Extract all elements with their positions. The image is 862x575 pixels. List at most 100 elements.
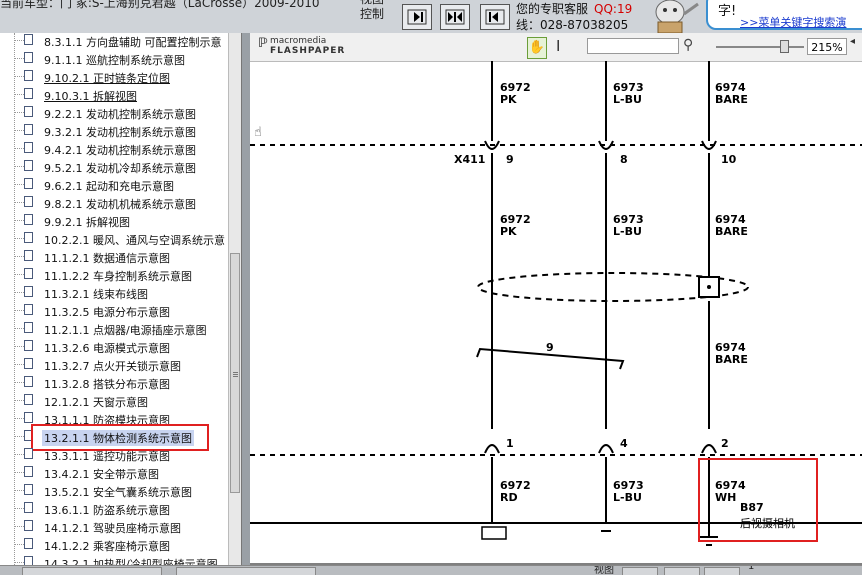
split-view-button[interactable] bbox=[440, 4, 470, 30]
tree-branch bbox=[15, 454, 24, 455]
document-icon bbox=[24, 376, 33, 387]
sidebar-item-label: 9.2.2.1 发动机控制系统示意图 bbox=[44, 108, 196, 121]
pin-b87-4-icon bbox=[598, 444, 614, 454]
split-arrows-icon bbox=[445, 9, 465, 25]
sidebar-item-label: 9.4.2.1 发动机控制系统示意图 bbox=[44, 144, 196, 157]
video-signal-symbol-icon bbox=[481, 526, 507, 540]
wire-label-bottom-1-color: RD bbox=[500, 491, 518, 504]
tree-branch bbox=[15, 130, 24, 131]
tree-branch bbox=[15, 274, 24, 275]
scrollbar-thumb[interactable] bbox=[230, 253, 240, 493]
document-icon bbox=[24, 304, 33, 315]
shield-drain-dot bbox=[707, 285, 711, 289]
tree-branch bbox=[15, 400, 24, 401]
text-select-icon[interactable]: I bbox=[556, 37, 560, 55]
brand-top: macromedia bbox=[270, 36, 327, 46]
sidebar-item-label: 11.3.2.8 搭铁分布示意图 bbox=[44, 378, 170, 391]
document-icon bbox=[24, 70, 33, 81]
zoom-dropdown-icon[interactable]: ◂ bbox=[850, 36, 855, 47]
zoom-slider-thumb[interactable] bbox=[780, 40, 789, 53]
sidebar-item-label: 11.1.2.1 数据通信示意图 bbox=[44, 252, 170, 265]
twist-count-label: 9 bbox=[546, 341, 554, 354]
document-icon bbox=[24, 142, 33, 153]
wire-label-bottom-2-color: L-BU bbox=[613, 491, 642, 504]
sidebar-item-label: 9.10.2.1 正时链条定位图 bbox=[44, 72, 170, 85]
hand-tool-icon[interactable]: ✋ bbox=[527, 37, 547, 59]
sidebar-item-label: 11.3.2.1 线束布线图 bbox=[44, 288, 148, 301]
service-info: 您的专职客服 QQ:19 线：028-87038205 bbox=[516, 2, 632, 33]
tree-branch bbox=[15, 472, 24, 473]
sidebar-item-label: 13.6.1.1 防盗系统示意图 bbox=[44, 504, 170, 517]
tree-branch bbox=[15, 508, 24, 509]
document-icon bbox=[24, 250, 33, 261]
sidebar-item-label: 10.2.2.1 暖风、通风与空调系统示意 bbox=[44, 234, 225, 247]
wire-label-top-2-color: L-BU bbox=[613, 93, 642, 106]
zoom-field[interactable]: 215% bbox=[807, 38, 847, 55]
document-icon bbox=[24, 232, 33, 243]
zoom-slider-track[interactable] bbox=[716, 46, 804, 48]
pin-b87-4-label: 4 bbox=[620, 437, 628, 450]
wiring-diagram: 6972 PK 6973 L-BU 6974 BARE X411 9 8 10 … bbox=[250, 61, 862, 565]
tree-branch bbox=[15, 184, 24, 185]
pin-b87-1-icon bbox=[484, 444, 500, 454]
vehicle-title: 当前车型：门 冢:S-上海别克君越（LaCrosse）2009-2010 bbox=[0, 0, 320, 10]
document-icon bbox=[24, 466, 33, 477]
phone-label: 线：028-87038205 bbox=[516, 18, 629, 32]
document-icon bbox=[24, 340, 33, 351]
sidebar-item-label: 11.3.2.6 电源模式示意图 bbox=[44, 342, 170, 355]
sidebar-item-label: 9.1.1.1 巡航控制系统示意图 bbox=[44, 54, 185, 67]
pin-x411-10-label: 10 bbox=[721, 153, 737, 166]
document-icon bbox=[24, 214, 33, 225]
sidebar-item-label: 13.3.1.1 遥控功能示意图 bbox=[44, 450, 170, 463]
tree-branch bbox=[15, 364, 24, 365]
mascot-icon bbox=[655, 0, 699, 33]
document-icon bbox=[24, 286, 33, 297]
sidebar-item-label: 13.5.2.1 安全气囊系统示意图 bbox=[44, 486, 192, 499]
document-icon bbox=[24, 34, 33, 45]
document-icon bbox=[24, 196, 33, 207]
sidebar-scrollbar[interactable] bbox=[228, 33, 242, 565]
tree-branch bbox=[15, 418, 24, 419]
sidebar-item-label: 11.3.2.5 电源分布示意图 bbox=[44, 306, 170, 319]
document-icon bbox=[24, 178, 33, 189]
page-number: 1 bbox=[748, 565, 755, 572]
view-control-label: 视图控制 bbox=[360, 0, 385, 21]
tree-branch bbox=[15, 238, 24, 239]
pin-x411-9-label: 9 bbox=[506, 153, 514, 166]
document-icon bbox=[24, 448, 33, 459]
sidebar-tree: 8.3.1.1 方向盘辅助 可配置控制示意 9.1.1.1 巡航控制系统示意图 9.… bbox=[0, 33, 228, 565]
document-icon bbox=[24, 412, 33, 423]
search-icon[interactable]: ⚲ bbox=[683, 37, 693, 53]
tree-branch bbox=[15, 526, 24, 527]
connector-x411-label: X411 bbox=[454, 153, 485, 166]
tree-branch bbox=[15, 58, 24, 59]
search-input[interactable] bbox=[587, 38, 679, 54]
viewer-toolbar: ℙ macromedia FLASHPAPER ✋ I ⚲ 215% ◂ bbox=[250, 33, 862, 62]
pin-x411-8-icon bbox=[598, 140, 614, 150]
wire-label-mid-3-color: BARE bbox=[715, 225, 748, 238]
tree-branch bbox=[15, 220, 24, 221]
document-icon bbox=[24, 394, 33, 405]
sidebar-item-label: 9.9.2.1 拆解视图 bbox=[44, 216, 130, 229]
document-icon bbox=[24, 88, 33, 99]
top-bar: 当前车型：门 冢:S-上海别克君越（LaCrosse）2009-2010 视图控… bbox=[0, 0, 862, 33]
pin-b87-2-icon bbox=[701, 444, 717, 454]
next-page-button[interactable] bbox=[402, 4, 432, 30]
document-icon bbox=[24, 160, 33, 171]
tree-branch bbox=[15, 94, 24, 95]
sidebar-item-label: 9.5.2.1 发动机冷却系统示意图 bbox=[44, 162, 196, 175]
sidebar-item-label: 9.3.2.1 发动机控制系统示意图 bbox=[44, 126, 196, 139]
service-label: 您的专职客服 bbox=[516, 2, 589, 16]
qq-link[interactable]: QQ:19 bbox=[594, 2, 632, 16]
tree-branch bbox=[15, 166, 24, 167]
wire-label-mid-2-color: L-BU bbox=[613, 225, 642, 238]
tree-branch bbox=[15, 148, 24, 149]
tree-branch bbox=[15, 76, 24, 77]
sidebar-item-label: 9.10.3.1 拆解视图 bbox=[44, 90, 137, 103]
sidebar-item-label: 8.3.1.1 方向盘辅助 可配置控制示意 bbox=[44, 36, 222, 49]
pin-x411-8-label: 8 bbox=[620, 153, 628, 166]
tree-branch bbox=[15, 202, 24, 203]
tree-branch bbox=[15, 292, 24, 293]
prev-page-button[interactable] bbox=[480, 4, 510, 30]
menu-search-link[interactable]: >>菜单关键字搜索演 bbox=[740, 14, 846, 30]
